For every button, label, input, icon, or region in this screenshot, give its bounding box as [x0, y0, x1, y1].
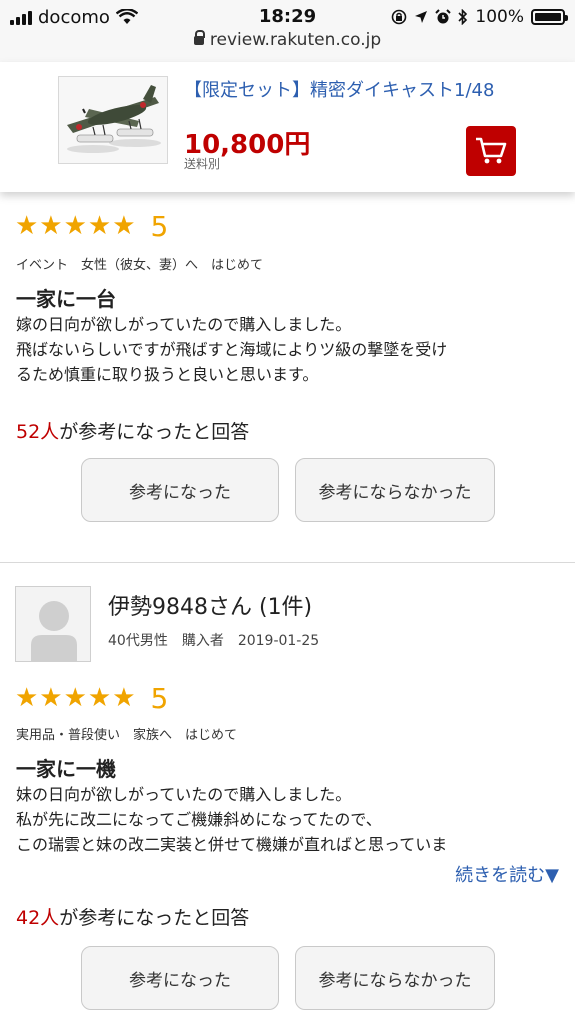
cart-icon: [476, 137, 507, 164]
battery-percent: 100%: [475, 7, 524, 27]
not-helpful-button[interactable]: 参考にならなかった: [295, 458, 495, 522]
review-body-line: 私が先に改二になってご機嫌斜めになってたので、: [16, 810, 382, 829]
review-item: 伊勢9848さん (1件) 40代男性 購入者 2019-01-25 ★★★★★…: [0, 564, 575, 1012]
reviewer-meta: 40代男性 購入者 2019-01-25: [108, 633, 320, 649]
battery-icon: [531, 9, 568, 25]
divider: [0, 562, 575, 563]
review-tags: イベント 女性（彼女、妻）へ はじめて: [16, 258, 264, 273]
default-avatar-icon: [31, 601, 77, 661]
review-body-line: 飛ばないらしいですが飛ばすと海域によりツ級の撃墜を受け: [16, 340, 448, 359]
review-title: 一家に一機: [16, 757, 116, 781]
helpful-button[interactable]: 参考になった: [81, 458, 279, 522]
product-title-link[interactable]: 【限定セット】精密ダイキャスト1/48: [184, 76, 494, 102]
helpful-text: が参考になったと回答: [59, 907, 250, 929]
reviewer-info: 伊勢9848さん (1件) 40代男性 購入者 2019-01-25: [0, 586, 575, 678]
product-header: 【限定セット】精密ダイキャスト1/48 10,800円 送料別: [0, 62, 575, 192]
product-image[interactable]: [58, 76, 168, 164]
lock-icon: [193, 30, 205, 45]
review-body: 嫁の日向が欲しがっていたので購入しました。 飛ばないらしいですが飛ばすと海域によ…: [0, 312, 575, 387]
review-tags: 実用品・普段使い 家族へ はじめて: [16, 728, 238, 743]
helpful-text: が参考になったと回答: [59, 421, 250, 443]
location-icon: [415, 11, 428, 23]
address-bar[interactable]: review.rakuten.co.jp: [0, 30, 575, 50]
not-helpful-button[interactable]: 参考にならなかった: [295, 946, 495, 1010]
alarm-icon: [435, 9, 452, 24]
review-list: ★★★★★ 5 イベント 女性（彼女、妻）へ はじめて 一家に一台 嫁の日向が欲…: [0, 192, 575, 1012]
orientation-lock-icon: [392, 9, 407, 25]
rating-score: 5: [150, 209, 169, 243]
helpful-button[interactable]: 参考になった: [81, 946, 279, 1010]
add-to-cart-button[interactable]: [466, 126, 516, 176]
url-text: review.rakuten.co.jp: [209, 30, 382, 50]
review-body-line: この瑞雲と妹の改二実装と併せて機嫌が直ればと思っていま: [16, 835, 448, 854]
battery-level: [535, 13, 561, 21]
helpful-summary: 52人が参考になったと回答: [0, 417, 575, 444]
review-body-line: るため慎重に取り扱うと良いと思います。: [16, 365, 319, 384]
seaplane-icon: [59, 77, 167, 163]
helpful-count: 52人: [16, 421, 60, 443]
read-more-link[interactable]: 続きを読む▼: [0, 861, 575, 887]
review-body: 妹の日向が欲しがっていたので購入しました。 私が先に改二になってご機嫌斜めになっ…: [0, 782, 575, 857]
star-rating-icon: ★★★★★: [15, 211, 137, 241]
vote-row: 参考になった 参考にならなかった: [0, 458, 575, 524]
helpful-count: 42人: [16, 907, 60, 929]
rating-row: ★★★★★ 5: [0, 206, 575, 246]
helpful-summary: 42人が参考になったと回答: [0, 903, 575, 930]
rating-score: 5: [150, 681, 169, 715]
reviewer-name[interactable]: 伊勢9848さん (1件): [108, 589, 312, 621]
review-item: ★★★★★ 5 イベント 女性（彼女、妻）へ はじめて 一家に一台 嫁の日向が欲…: [0, 192, 575, 524]
star-rating-icon: ★★★★★: [15, 683, 137, 713]
status-bar-right: 100%: [391, 6, 568, 28]
vote-row: 参考になった 参考にならなかった: [0, 946, 575, 1012]
shipping-note: 送料別: [184, 157, 221, 171]
review-title: 一家に一台: [16, 287, 116, 311]
rating-row: ★★★★★ 5: [0, 678, 575, 718]
avatar: [15, 586, 91, 662]
bluetooth-icon: [458, 9, 468, 25]
review-body-line: 妹の日向が欲しがっていたので購入しました。: [16, 785, 352, 804]
status-bar: docomo 18:29 100% review.rakuten.co.jp: [0, 0, 575, 62]
review-body-line: 嫁の日向が欲しがっていたので購入しました。: [16, 315, 352, 334]
